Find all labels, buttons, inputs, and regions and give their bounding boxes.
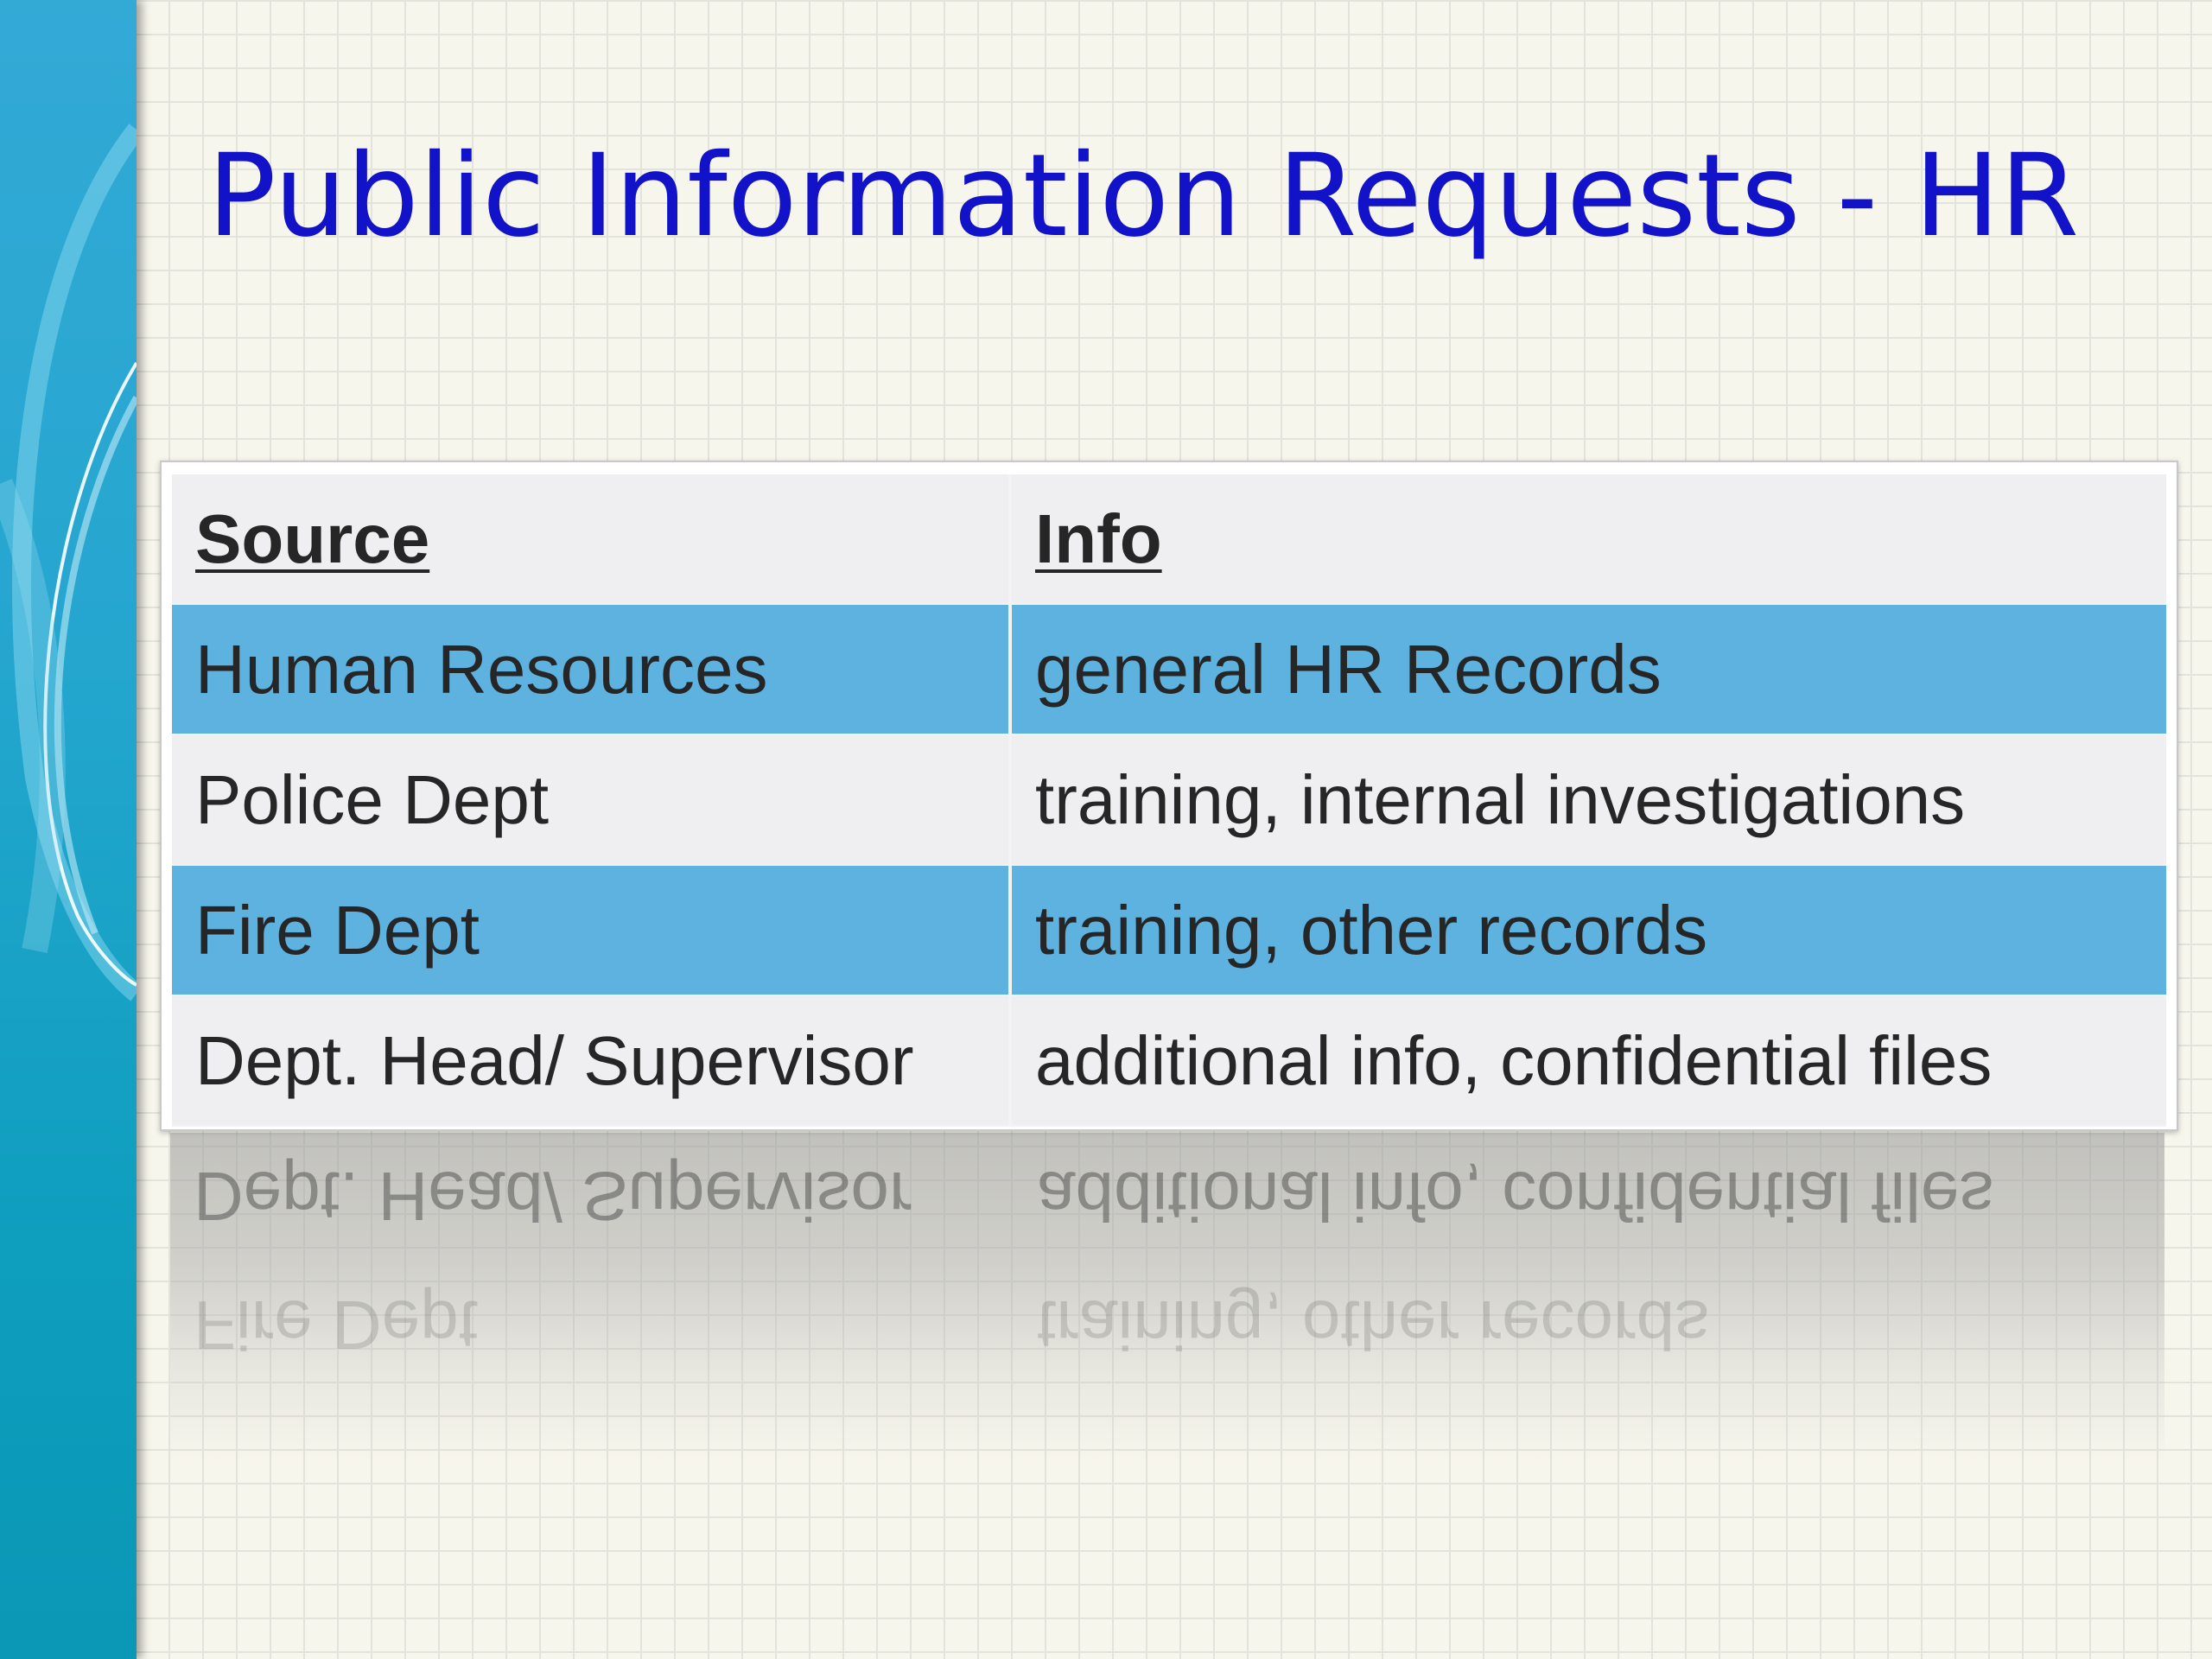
cell-source: Police Dept bbox=[172, 734, 1012, 866]
info-table-container: Source Info Human Resources general HR R… bbox=[172, 474, 2166, 1127]
reflection-text: training, other records bbox=[1037, 1287, 1710, 1363]
side-decorative-band bbox=[0, 0, 137, 1659]
cell-info: training, other records bbox=[1010, 865, 2166, 996]
cell-info: training, internal investigations bbox=[1010, 734, 2166, 866]
table-row: Police Dept training, internal investiga… bbox=[172, 734, 2166, 866]
table-row: Dept. Head/ Supervisor additional info, … bbox=[172, 995, 2166, 1127]
info-table-frame: Source Info Human Resources general HR R… bbox=[160, 461, 2178, 1131]
page-title: Public Information Requests - HR bbox=[207, 130, 2080, 263]
cell-source: Human Resources bbox=[172, 604, 1012, 735]
reflection-row: Fire Dept training, other records bbox=[170, 1262, 2164, 1390]
header-info: Info bbox=[1010, 474, 2166, 605]
cell-source: Dept. Head/ Supervisor bbox=[172, 995, 1012, 1127]
cell-info: general HR Records bbox=[1010, 604, 2166, 735]
reflection-text: Fire Dept bbox=[194, 1287, 478, 1363]
table-reflection: Dept. Head/ Supervisor additional info, … bbox=[170, 1133, 2164, 1461]
swirl-decoration-icon bbox=[0, 124, 137, 1001]
reflection-row: Dept. Head/ Supervisor additional info, … bbox=[170, 1133, 2164, 1262]
header-source: Source bbox=[172, 474, 1012, 605]
table-row: Fire Dept training, other records bbox=[172, 865, 2166, 996]
reflection-text: Dept. Head/ Supervisor bbox=[194, 1158, 912, 1235]
info-table: Source Info Human Resources general HR R… bbox=[172, 474, 2166, 1127]
table-header-row: Source Info bbox=[172, 474, 2166, 605]
reflection-text: additional info, confidential files bbox=[1037, 1158, 1994, 1235]
cell-info: additional info, confidential files bbox=[1010, 995, 2166, 1127]
table-row: Human Resources general HR Records bbox=[172, 604, 2166, 735]
cell-source: Fire Dept bbox=[172, 865, 1012, 996]
